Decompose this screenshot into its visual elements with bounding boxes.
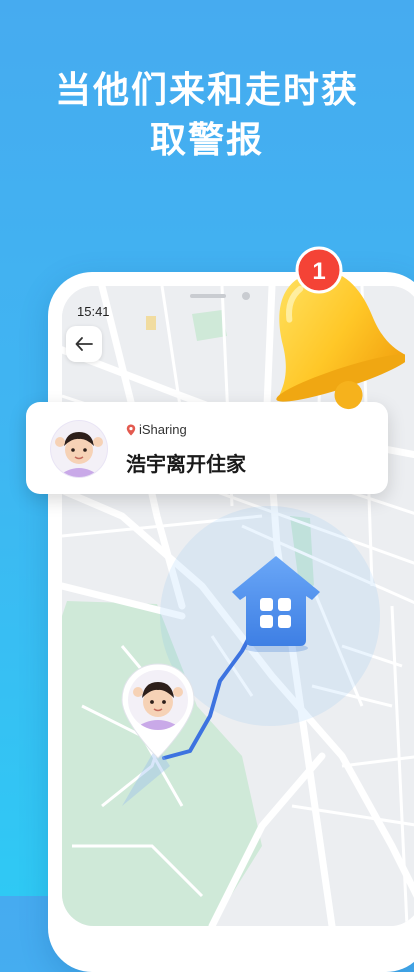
avatar — [50, 420, 108, 478]
badge-count: 1 — [312, 258, 325, 285]
speaker-grille — [190, 294, 226, 298]
location-pin-icon — [126, 424, 136, 435]
arrow-left-icon — [75, 337, 93, 351]
headline: 当他们来和走时获 取警报 — [0, 66, 414, 166]
app-brand-label: iSharing — [139, 422, 187, 437]
status-time: 15:41 — [77, 304, 110, 319]
location-pin-avatar — [121, 663, 195, 759]
notification-message: 浩宇离开住家 — [126, 452, 246, 476]
app-brand: iSharing — [126, 422, 187, 437]
house-icon — [232, 556, 320, 652]
headline-line-2: 取警报 — [149, 120, 264, 161]
bell-icon: 1 — [276, 246, 405, 410]
back-button[interactable] — [66, 326, 102, 362]
map-marker-building — [146, 316, 156, 330]
park-area-small — [192, 310, 227, 341]
headline-line-1: 当他们来和走时获 — [54, 70, 359, 111]
